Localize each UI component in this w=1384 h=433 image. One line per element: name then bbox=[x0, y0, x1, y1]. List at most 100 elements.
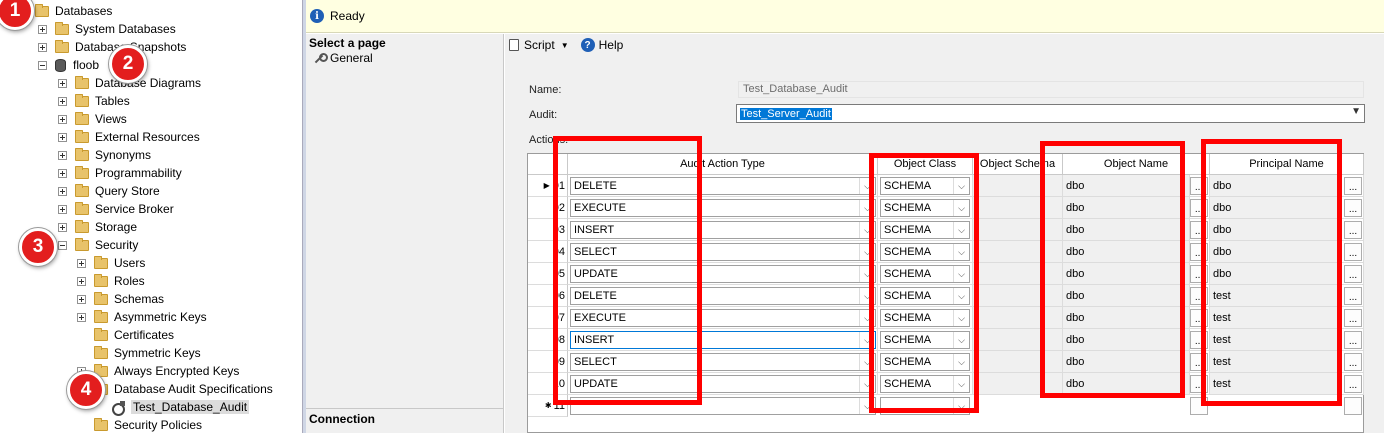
expand-icon[interactable] bbox=[58, 150, 67, 160]
object-class-select[interactable]: SCHEMA ⌵ bbox=[880, 331, 970, 349]
cell-object-name[interactable]: dbo bbox=[1063, 241, 1190, 263]
object-class-select[interactable]: SCHEMA ⌵ bbox=[880, 353, 970, 371]
object-name-browse-button[interactable]: ... bbox=[1190, 331, 1208, 349]
cell-object-name[interactable]: dbo bbox=[1063, 197, 1190, 219]
script-button[interactable]: Script ▼ bbox=[509, 38, 569, 52]
principal-name-browse-button[interactable]: ... bbox=[1344, 331, 1362, 349]
principal-name-browse-button[interactable]: ... bbox=[1344, 199, 1362, 217]
chevron-down-icon[interactable]: ⌵ bbox=[859, 178, 875, 194]
chevron-down-icon[interactable]: ⌵ bbox=[953, 310, 969, 326]
cell-principal-name[interactable]: dbo bbox=[1210, 263, 1342, 285]
chevron-down-icon[interactable]: ⌵ bbox=[953, 266, 969, 282]
tree-node-symmetric-keys[interactable]: Symmetric Keys bbox=[77, 344, 201, 362]
expand-icon[interactable] bbox=[58, 168, 67, 178]
row-header[interactable]: 02 bbox=[528, 197, 568, 219]
column-header-audit-action-type[interactable]: Audit Action Type bbox=[568, 154, 878, 175]
tree-node-floob[interactable]: floob bbox=[38, 56, 99, 74]
object-name-browse-button[interactable]: ... bbox=[1190, 375, 1208, 393]
column-header-object-class[interactable]: Object Class bbox=[878, 154, 973, 175]
expand-icon[interactable] bbox=[77, 276, 86, 286]
chevron-down-icon[interactable]: ⌵ bbox=[953, 200, 969, 216]
help-button[interactable]: ? Help bbox=[580, 38, 623, 52]
expand-icon[interactable] bbox=[58, 132, 67, 142]
object-class-select[interactable]: SCHEMA ⌵ bbox=[880, 309, 970, 327]
audit-action-type-select[interactable]: EXECUTE ⌵ bbox=[570, 309, 876, 327]
audit-action-type-select[interactable]: UPDATE ⌵ bbox=[570, 265, 876, 283]
expand-icon[interactable] bbox=[58, 96, 67, 106]
chevron-down-icon[interactable]: ⌵ bbox=[953, 354, 969, 370]
cell-object-name[interactable]: dbo bbox=[1063, 373, 1190, 395]
expand-icon[interactable] bbox=[58, 114, 67, 124]
tree-node-test-database-audit[interactable]: Test_Database_Audit bbox=[95, 398, 250, 416]
object-name-browse-button[interactable]: ... bbox=[1190, 221, 1208, 239]
chevron-down-icon[interactable]: ⌵ bbox=[859, 266, 875, 282]
audit-action-type-select[interactable]: SELECT ⌵ bbox=[570, 353, 876, 371]
audit-select[interactable]: Test_Server_Audit ▼ bbox=[736, 104, 1365, 123]
row-header[interactable]: 03 bbox=[528, 219, 568, 241]
chevron-down-icon[interactable]: ⌵ bbox=[859, 200, 875, 216]
row-header[interactable]: 07 bbox=[528, 307, 568, 329]
object-name-browse-button[interactable]: ... bbox=[1190, 265, 1208, 283]
cell-object-name[interactable]: dbo bbox=[1063, 351, 1190, 373]
chevron-down-icon[interactable]: ⌵ bbox=[953, 244, 969, 260]
tree-node-certificates[interactable]: Certificates bbox=[77, 326, 174, 344]
object-class-select-new[interactable]: ⌵ bbox=[880, 397, 970, 415]
audit-action-type-select[interactable]: DELETE ⌵ bbox=[570, 287, 876, 305]
expand-icon[interactable] bbox=[58, 186, 67, 196]
object-class-select[interactable]: SCHEMA ⌵ bbox=[880, 265, 970, 283]
chevron-down-icon[interactable]: ⌵ bbox=[859, 222, 875, 238]
chevron-down-icon[interactable]: ⌵ bbox=[859, 244, 875, 260]
principal-name-browse-button[interactable]: ... bbox=[1344, 309, 1362, 327]
chevron-down-icon[interactable]: ⌵ bbox=[953, 376, 969, 392]
principal-name-browse-button[interactable]: ... bbox=[1344, 287, 1362, 305]
column-header-object-name[interactable]: Object Name bbox=[1063, 154, 1210, 175]
cell-principal-name[interactable]: test bbox=[1210, 307, 1342, 329]
tree-node-storage[interactable]: Storage bbox=[58, 218, 137, 236]
chevron-down-icon[interactable]: ⌵ bbox=[859, 310, 875, 326]
tree-node-service-broker[interactable]: Service Broker bbox=[58, 200, 174, 218]
expand-icon[interactable] bbox=[38, 42, 47, 52]
cell-object-schema[interactable] bbox=[973, 241, 1063, 263]
row-header[interactable]: 06 bbox=[528, 285, 568, 307]
tree-node-always-encrypted-keys[interactable]: Always Encrypted Keys bbox=[77, 362, 239, 380]
tree-node-system-databases[interactable]: System Databases bbox=[38, 20, 176, 38]
chevron-down-icon[interactable]: ⌵ bbox=[953, 178, 969, 194]
audit-action-type-select[interactable]: EXECUTE ⌵ bbox=[570, 199, 876, 217]
page-item-general[interactable]: General bbox=[306, 50, 503, 66]
cell-object-schema[interactable] bbox=[973, 307, 1063, 329]
object-class-select[interactable]: SCHEMA ⌵ bbox=[880, 243, 970, 261]
cell-principal-name[interactable]: test bbox=[1210, 351, 1342, 373]
tree-node-programmability[interactable]: Programmability bbox=[58, 164, 182, 182]
row-header[interactable]: 08 bbox=[528, 329, 568, 351]
principal-name-browse-button-new[interactable] bbox=[1344, 397, 1362, 415]
cell-principal-name[interactable]: dbo bbox=[1210, 197, 1342, 219]
column-header-object-schema[interactable]: Object Schema bbox=[973, 154, 1063, 175]
cell-principal-name[interactable]: test bbox=[1210, 285, 1342, 307]
object-class-select[interactable]: SCHEMA ⌵ bbox=[880, 177, 970, 195]
cell-object-schema[interactable] bbox=[973, 175, 1063, 197]
cell-object-schema[interactable] bbox=[973, 197, 1063, 219]
expand-icon[interactable] bbox=[77, 294, 86, 304]
principal-name-browse-button[interactable]: ... bbox=[1344, 375, 1362, 393]
expand-icon[interactable] bbox=[58, 78, 67, 88]
audit-action-type-select[interactable]: SELECT ⌵ bbox=[570, 243, 876, 261]
collapse-icon[interactable] bbox=[58, 240, 67, 250]
cell-object-schema[interactable] bbox=[973, 329, 1063, 351]
object-name-browse-button[interactable]: ... bbox=[1190, 199, 1208, 217]
chevron-down-icon[interactable]: ⌵ bbox=[953, 398, 969, 414]
cell-object-name[interactable]: dbo bbox=[1063, 175, 1190, 197]
principal-name-browse-button[interactable]: ... bbox=[1344, 243, 1362, 261]
cell-object-name[interactable]: dbo bbox=[1063, 329, 1190, 351]
chevron-down-icon[interactable]: ⌵ bbox=[859, 354, 875, 370]
cell-object-schema[interactable] bbox=[973, 373, 1063, 395]
tree-node-views[interactable]: Views bbox=[58, 110, 127, 128]
chevron-down-icon[interactable]: ⌵ bbox=[859, 332, 875, 348]
tree-node-schemas[interactable]: Schemas bbox=[77, 290, 164, 308]
cell-object-name[interactable]: dbo bbox=[1063, 219, 1190, 241]
tree-node-security-policies[interactable]: Security Policies bbox=[77, 416, 202, 433]
row-header[interactable]: 05 bbox=[528, 263, 568, 285]
row-header[interactable]: ▶ 01 bbox=[528, 175, 568, 197]
cell-object-schema[interactable] bbox=[973, 285, 1063, 307]
cell-principal-name[interactable]: test bbox=[1210, 373, 1342, 395]
chevron-down-icon[interactable]: ⌵ bbox=[953, 332, 969, 348]
